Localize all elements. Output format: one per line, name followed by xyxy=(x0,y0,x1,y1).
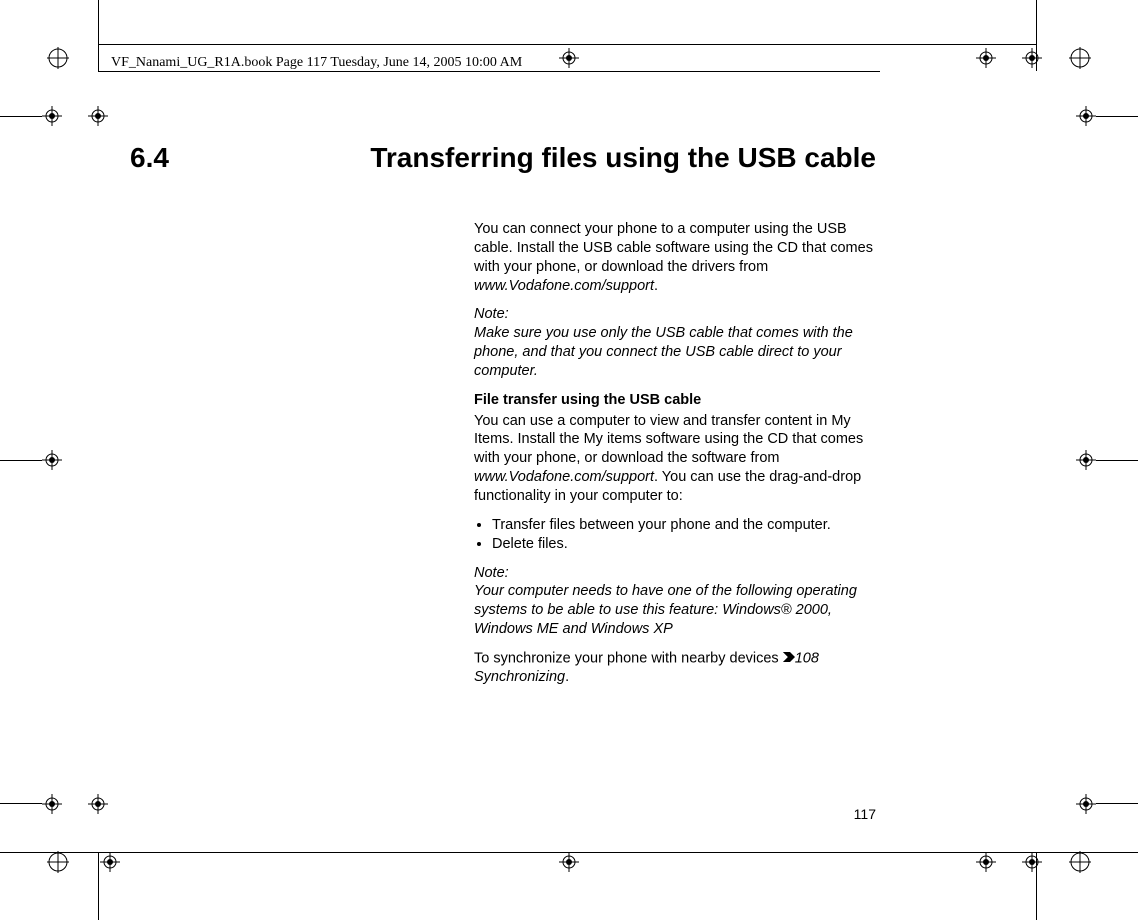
subheading: File transfer using the USB cable xyxy=(474,392,701,408)
register-icon xyxy=(42,794,62,814)
text: . xyxy=(565,669,569,685)
register-icon xyxy=(976,852,996,872)
list-item: Delete files. xyxy=(492,535,879,554)
note-text: Your computer needs to have one of the f… xyxy=(474,583,857,637)
arrow-right-icon xyxy=(783,649,795,668)
register-icon xyxy=(100,852,120,872)
register-icon xyxy=(1076,450,1096,470)
note-1: Note: Make sure you use only the USB cab… xyxy=(474,305,879,380)
url-text: www.Vodafone.com/support xyxy=(474,469,654,485)
cropmark-icon xyxy=(47,47,69,69)
cropmark-icon xyxy=(1069,47,1091,69)
register-icon xyxy=(1022,48,1042,68)
section-title: Transferring files using the USB cable xyxy=(370,142,876,174)
note-label: Note: xyxy=(474,306,509,322)
sub-intro: You can use a computer to view and trans… xyxy=(474,412,879,506)
subheading-block: File transfer using the USB cable xyxy=(474,391,879,410)
text: You can connect your phone to a computer… xyxy=(474,221,873,275)
bullet-list: Transfer files between your phone and th… xyxy=(474,516,879,554)
register-icon xyxy=(1022,852,1042,872)
url-text: www.Vodafone.com/support xyxy=(474,278,654,294)
sync-paragraph: To synchronize your phone with nearby de… xyxy=(474,649,879,687)
cropmark-icon xyxy=(47,851,69,873)
register-icon xyxy=(1076,106,1096,126)
note-2: Note: Your computer needs to have one of… xyxy=(474,564,879,639)
intro-paragraph: You can connect your phone to a computer… xyxy=(474,220,879,295)
note-text: Make sure you use only the USB cable tha… xyxy=(474,325,853,379)
list-item: Transfer files between your phone and th… xyxy=(492,516,879,535)
text: . xyxy=(654,278,658,294)
page-number: 117 xyxy=(854,806,876,822)
text: You can use a computer to view and trans… xyxy=(474,413,863,467)
note-label: Note: xyxy=(474,565,509,581)
section-number: 6.4 xyxy=(130,142,169,174)
register-icon xyxy=(559,852,579,872)
register-icon xyxy=(88,106,108,126)
cropmark-icon xyxy=(1069,851,1091,873)
register-icon xyxy=(42,450,62,470)
register-icon xyxy=(1076,794,1096,814)
register-icon xyxy=(42,106,62,126)
body-content: You can connect your phone to a computer… xyxy=(474,220,879,697)
register-icon xyxy=(559,48,579,68)
text: To synchronize your phone with nearby de… xyxy=(474,650,783,666)
register-icon xyxy=(976,48,996,68)
page-stamp: VF_Nanami_UG_R1A.book Page 117 Tuesday, … xyxy=(111,55,522,71)
register-icon xyxy=(88,794,108,814)
